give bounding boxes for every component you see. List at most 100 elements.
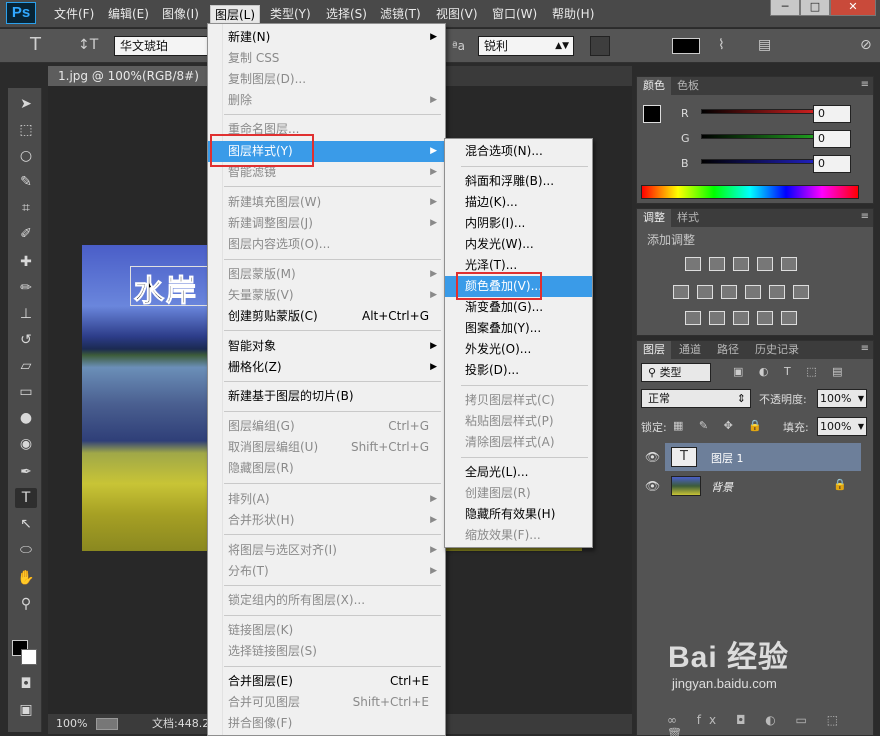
opacity-input[interactable]: 100% ▼ [817,389,867,408]
history-brush-tool-icon[interactable]: ↺ [15,330,37,350]
submenu-item-clear-layer-style[interactable]: 清除图层样式(A) [445,432,592,453]
menu-item-new[interactable]: 新建(N) ▶ [208,27,445,48]
curves-icon[interactable] [733,257,749,271]
quick-select-tool-icon[interactable]: ✎ [15,172,37,192]
menu-item-combine-shapes[interactable]: 合并形状(H) ▶ [208,510,445,531]
submenu-item-stroke[interactable]: 描边(K)... [445,192,592,213]
tab-history[interactable]: 历史记录 [749,341,805,359]
submenu-item-global-light[interactable]: 全局光(L)... [445,462,592,483]
menu-item-align-to-selection[interactable]: 将图层与选区对齐(I) ▶ [208,540,445,561]
brightness-icon[interactable] [685,257,701,271]
panel-menu-icon[interactable]: ≡ [861,79,869,90]
submenu-item-scale-effects[interactable]: 缩放效果(F)... [445,525,592,546]
layer-name[interactable]: 背景 [711,479,733,495]
background-color-swatch[interactable] [21,649,37,665]
submenu-item-blending-options[interactable]: 混合选项(N)... [445,141,592,162]
menu-filter[interactable]: 滤镜(T) [376,5,425,23]
lock-icons[interactable]: ▦ ✎ ✥ 🔒 [673,419,768,432]
menu-item-merge-visible[interactable]: 合并可见图层 Shift+Ctrl+E [208,692,445,713]
warp-text-icon[interactable]: ⌇ [718,37,725,53]
color-spectrum-bar[interactable] [641,185,859,199]
align-right-button[interactable] [638,36,658,56]
move-tool-icon[interactable]: ➤ [15,94,37,114]
eyedropper-tool-icon[interactable]: ✐ [15,224,37,244]
submenu-item-gradient-overlay[interactable]: 渐变叠加(G)... [445,297,592,318]
zoom-level[interactable]: 100% [56,714,87,734]
submenu-item-inner-shadow[interactable]: 内阴影(I)... [445,213,592,234]
quick-mask-icon[interactable]: ◘ [15,674,37,694]
ellipse-tool-icon[interactable]: ⬭ [15,540,37,560]
photo-filter-icon[interactable] [745,285,761,299]
tab-styles[interactable]: 样式 [671,209,705,227]
submenu-item-copy-layer-style[interactable]: 拷贝图层样式(C) [445,390,592,411]
menu-file[interactable]: 文件(F) [50,5,98,23]
character-panel-icon[interactable]: ▤ [758,37,771,53]
tab-adjustments[interactable]: 调整 [637,209,671,227]
marquee-tool-icon[interactable]: ⬚ [15,120,37,140]
layer-footer-icons[interactable]: ∞ fx ◘ ◐ ▭ ⬚ 🗑 [667,713,873,736]
screen-mode-icon[interactable]: ▣ [15,700,37,720]
submenu-item-drop-shadow[interactable]: 投影(D)... [445,360,592,381]
healing-brush-tool-icon[interactable]: ✚ [15,252,37,272]
submenu-item-bevel-emboss[interactable]: 斜面和浮雕(B)... [445,171,592,192]
channel-r-slider[interactable] [701,109,817,114]
menu-item-select-linked-layers[interactable]: 选择链接图层(S) [208,641,445,662]
channel-g-slider[interactable] [701,134,817,139]
exposure-icon[interactable] [757,257,773,271]
selective-color-icon[interactable] [757,311,773,325]
foreground-color-swatch[interactable] [643,105,661,123]
levels-icon[interactable] [709,257,725,271]
zoom-tool-icon[interactable]: ⚲ [15,594,37,614]
eye-icon[interactable]: 👁 [645,450,660,464]
color-lookup-icon[interactable] [793,285,809,299]
gradient-map-icon[interactable] [781,311,797,325]
submenu-item-paste-layer-style[interactable]: 粘贴图层样式(P) [445,411,592,432]
menu-item-copy-css[interactable]: 复制 CSS [208,48,445,69]
menu-item-distribute[interactable]: 分布(T) ▶ [208,561,445,582]
menu-edit[interactable]: 编辑(E) [104,5,153,23]
hand-tool-icon[interactable]: ✋ [15,568,37,588]
layer-filter-select[interactable]: ⚲ 类型 [641,363,711,382]
dodge-tool-icon[interactable]: ◉ [15,434,37,454]
canvas-text-layer[interactable]: 水岸 [134,266,198,310]
cancel-icon[interactable]: ⊘ [860,37,872,53]
menu-item-new-fill-layer[interactable]: 新建填充图层(W) ▶ [208,192,445,213]
threshold-icon[interactable] [733,311,749,325]
type-tool-icon[interactable]: T [30,34,41,55]
menu-help[interactable]: 帮助(H) [548,5,598,23]
blur-tool-icon[interactable]: ● [15,408,37,428]
color-balance-icon[interactable] [697,285,713,299]
restore-button[interactable]: □ [800,0,830,16]
brush-tool-icon[interactable]: ✏ [15,278,37,298]
channel-b-input[interactable]: 0 [813,155,851,173]
menu-item-smart-object[interactable]: 智能对象 ▶ [208,336,445,357]
layer-row[interactable]: T 图层 1 [665,443,861,471]
menu-item-delete[interactable]: 删除 ▶ [208,90,445,111]
tab-channels[interactable]: 通道 [673,341,707,359]
channel-b-slider[interactable] [701,159,817,164]
menu-item-merge-layers[interactable]: 合并图层(E) Ctrl+E [208,671,445,692]
menu-item-layer-content-options[interactable]: 图层内容选项(O)... [208,234,445,255]
hue-saturation-icon[interactable] [673,285,689,299]
menu-item-duplicate-layer[interactable]: 复制图层(D)... [208,69,445,90]
menu-window[interactable]: 窗口(W) [488,5,541,23]
menu-item-arrange[interactable]: 排列(A) ▶ [208,489,445,510]
minimize-button[interactable]: ─ [770,0,800,16]
menu-item-new-layer-slice[interactable]: 新建基于图层的切片(B) [208,386,445,407]
menu-item-hide-layers[interactable]: 隐藏图层(R) [208,458,445,479]
invert-icon[interactable] [685,311,701,325]
vibrance-icon[interactable] [781,257,797,271]
fill-input[interactable]: 100% ▼ [817,417,867,436]
menu-item-lock-all-layers-in-group[interactable]: 锁定组内的所有图层(X)... [208,590,445,611]
close-button[interactable]: ✕ [830,0,876,16]
layer-row[interactable]: 背景 🔒 [665,472,861,500]
crop-tool-icon[interactable]: ⌗ [15,198,37,218]
lasso-tool-icon[interactable]: ○ [15,146,37,166]
type-tool-icon[interactable]: T [15,488,37,508]
eye-icon[interactable]: 👁 [645,479,660,493]
menu-view[interactable]: 视图(V) [432,5,482,23]
path-select-tool-icon[interactable]: ↖ [15,514,37,534]
panel-menu-icon[interactable]: ≡ [861,343,869,354]
document-tab[interactable]: 1.jpg @ 100%(RGB/8#) [48,66,208,86]
channel-r-input[interactable]: 0 [813,105,851,123]
